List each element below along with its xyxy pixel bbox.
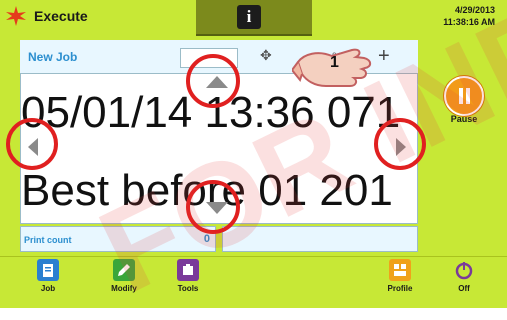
page-title: Execute bbox=[34, 8, 88, 24]
power-icon bbox=[453, 259, 475, 281]
job-button[interactable]: Job bbox=[26, 259, 70, 293]
profile-button-label: Profile bbox=[387, 284, 413, 293]
highlight-circle-left bbox=[6, 118, 58, 170]
job-button-label: Job bbox=[40, 284, 56, 293]
profile-icon bbox=[389, 259, 411, 281]
print-count-label: Print count bbox=[24, 235, 72, 245]
move-icon[interactable]: ✥ bbox=[260, 47, 272, 64]
job-icon bbox=[37, 259, 59, 281]
off-button-label: Off bbox=[458, 284, 470, 293]
job-name-label: New Job bbox=[28, 50, 78, 64]
starburst-icon bbox=[6, 6, 26, 26]
off-button[interactable]: Off bbox=[442, 259, 486, 293]
profile-button[interactable]: Profile bbox=[378, 259, 422, 293]
info-button[interactable]: i bbox=[237, 5, 261, 29]
highlight-circle-up bbox=[186, 54, 240, 108]
